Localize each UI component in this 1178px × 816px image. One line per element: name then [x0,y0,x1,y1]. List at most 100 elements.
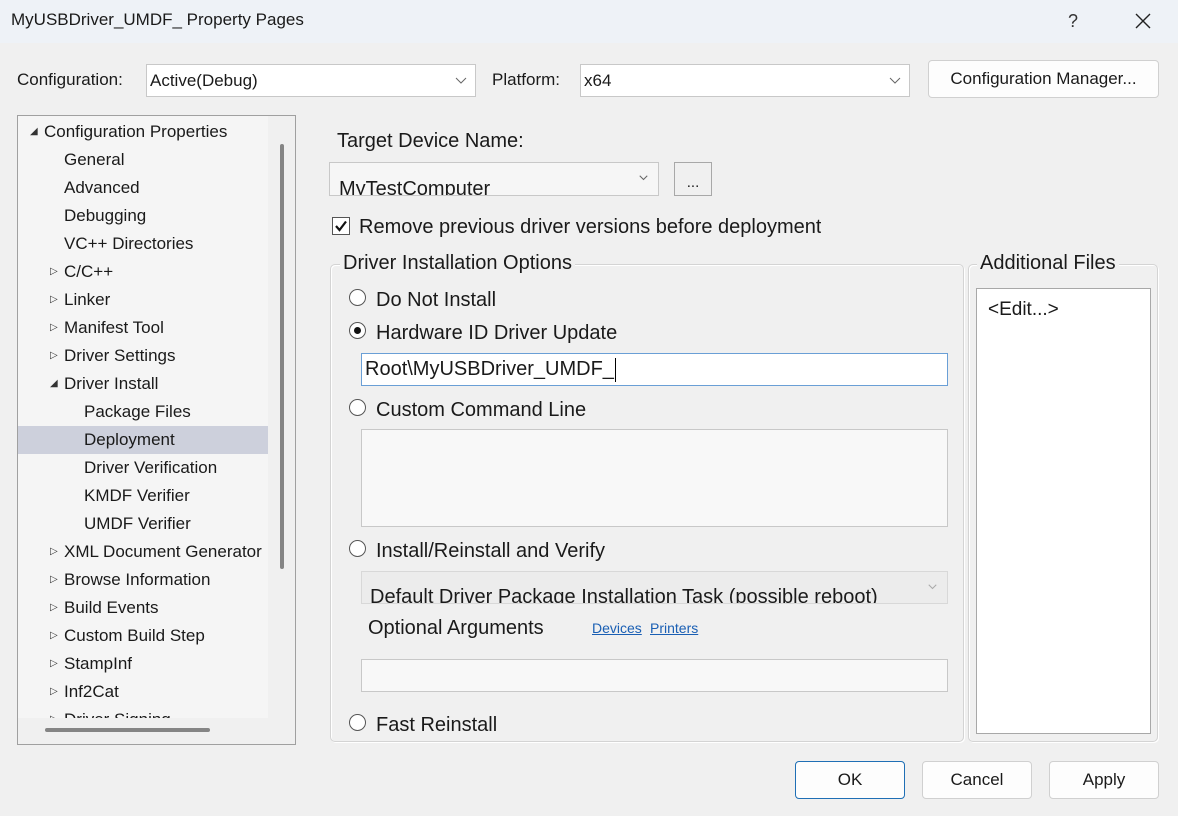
expanded-arrow-icon[interactable]: ◢ [30,118,40,146]
tree-item-label: Driver Install [64,374,159,393]
additional-files-list[interactable]: <Edit...> [976,288,1151,734]
install-reinstall-verify-label: Install/Reinstall and Verify [376,540,606,562]
collapsed-arrow-icon[interactable]: ▷ [50,650,60,678]
tree-item[interactable]: ▷ C/C++ [18,258,268,286]
radio-custom-command-line[interactable] [349,399,366,416]
driver-installation-options-title: Driver Installation Options [340,252,575,275]
tree-item-label: Inf2Cat [64,682,119,701]
platform-dropdown[interactable]: x64 [580,64,910,97]
remove-previous-label: Remove previous driver versions before d… [359,216,822,238]
tree-item[interactable]: ▷ Manifest Tool [18,314,268,342]
tree-item-label: Configuration Properties [44,122,228,141]
tree-item[interactable]: ▷ Build Events [18,594,268,622]
tree-item[interactable]: ▷ StampInf [18,650,268,678]
hardware-id-input[interactable]: Root\MyUSBDriver_UMDF_ [361,353,948,386]
window-title: MyUSBDriver_UMDF_ Property Pages [11,10,304,29]
tree-item-label: Build Events [64,598,159,617]
configuration-value: Active(Debug) [150,70,258,90]
tree-item[interactable]: Deployment [18,426,268,454]
hardware-id-value: Root\MyUSBDriver_UMDF_ [365,358,614,380]
target-device-value: MyTestComputer [339,178,491,196]
collapsed-arrow-icon[interactable]: ▷ [50,594,60,622]
tree-item[interactable]: Advanced [18,174,268,202]
tree-item[interactable]: VC++ Directories [18,230,268,258]
do-not-install-label: Do Not Install [376,289,497,311]
tree-item[interactable]: ◢ Configuration Properties [18,118,268,146]
tree-item[interactable]: Package Files [18,398,268,426]
property-tree: ◢ Configuration Properties General Advanced… [17,115,296,745]
close-icon [1135,13,1151,29]
collapsed-arrow-icon[interactable]: ▷ [50,286,60,314]
custom-command-line-label: Custom Command Line [376,399,587,421]
radio-install-reinstall-verify[interactable] [349,540,366,557]
chevron-down-icon [889,77,901,84]
tree-item[interactable]: ▷ Custom Build Step [18,622,268,650]
chevron-down-icon [639,175,648,181]
tree-item[interactable]: ▷ Inf2Cat [18,678,268,706]
tree-item-label: Deployment [84,430,175,449]
collapsed-arrow-icon[interactable]: ▷ [50,314,60,342]
cancel-button[interactable]: Cancel [922,761,1032,799]
installation-task-value: Default Driver Package Installation Task… [370,586,878,604]
title-bar: MyUSBDriver_UMDF_ Property Pages ? [0,0,1178,43]
tree-item[interactable]: ◢ Driver Install [18,370,268,398]
tree-vertical-scrollbar[interactable] [280,144,284,569]
configuration-dropdown[interactable]: Active(Debug) [146,64,476,97]
tree-item[interactable]: ▷ XML Document Generator [18,538,268,566]
collapsed-arrow-icon[interactable]: ▷ [50,566,60,594]
ok-button[interactable]: OK [795,761,905,799]
tree-item-label: Custom Build Step [64,626,205,645]
tree-item-label: VC++ Directories [64,234,194,253]
additional-files-title: Additional Files [977,252,1119,275]
collapsed-arrow-icon[interactable]: ▷ [50,342,60,370]
remove-previous-checkbox[interactable] [332,217,350,235]
hardware-id-update-label: Hardware ID Driver Update [376,322,618,344]
tree-item-label: Browse Information [64,570,211,589]
radio-do-not-install[interactable] [349,289,366,306]
tree-item[interactable]: General [18,146,268,174]
chevron-down-icon [455,77,467,84]
tree-item-label: Manifest Tool [64,318,164,337]
custom-command-input[interactable] [361,429,948,527]
tree-item-label: KMDF Verifier [84,486,190,505]
collapsed-arrow-icon[interactable]: ▷ [50,538,60,566]
help-button[interactable]: ? [1058,6,1088,36]
close-button[interactable] [1126,4,1160,38]
tree-item[interactable]: ▷ Browse Information [18,566,268,594]
chevron-down-icon [928,584,937,590]
collapsed-arrow-icon[interactable]: ▷ [50,258,60,286]
tree-item[interactable]: KMDF Verifier [18,482,268,510]
tree-item[interactable]: Driver Verification [18,454,268,482]
apply-button[interactable]: Apply [1049,761,1159,799]
tree-item-label: Driver Verification [84,458,218,477]
tree-item-label: XML Document Generator [64,542,262,561]
tree-horizontal-scrollbar-track [18,718,295,744]
printers-link[interactable]: Printers [650,620,698,636]
tree-item[interactable]: Debugging [18,202,268,230]
configuration-manager-button[interactable]: Configuration Manager... [928,60,1159,98]
platform-value: x64 [584,70,612,90]
configuration-label: Configuration: [17,70,123,89]
tree-item-label: Advanced [64,178,140,197]
tree-item-label: Linker [64,290,111,309]
tree-item[interactable]: UMDF Verifier [18,510,268,538]
radio-fast-reinstall[interactable] [349,714,366,731]
text-cursor [614,357,616,382]
optional-arguments-label: Optional Arguments [368,617,544,639]
fast-reinstall-label: Fast Reinstall [376,714,498,736]
edit-additional-files[interactable]: <Edit...> [988,299,1059,321]
collapsed-arrow-icon[interactable]: ▷ [50,678,60,706]
tree-item-label: StampInf [64,654,133,673]
installation-task-dropdown[interactable]: Default Driver Package Installation Task… [361,571,948,604]
optional-arguments-input[interactable] [361,659,948,692]
tree-item-label: Package Files [84,402,191,421]
tree-item[interactable]: ▷ Linker [18,286,268,314]
expanded-arrow-icon[interactable]: ◢ [50,370,60,398]
devices-link[interactable]: Devices [592,620,642,636]
radio-hardware-id-update[interactable] [349,322,366,339]
collapsed-arrow-icon[interactable]: ▷ [50,622,60,650]
browse-device-button[interactable]: ... [674,162,712,196]
tree-item[interactable]: ▷ Driver Settings [18,342,268,370]
target-device-dropdown[interactable]: MyTestComputer [329,162,659,196]
tree-horizontal-scrollbar[interactable] [45,728,210,732]
